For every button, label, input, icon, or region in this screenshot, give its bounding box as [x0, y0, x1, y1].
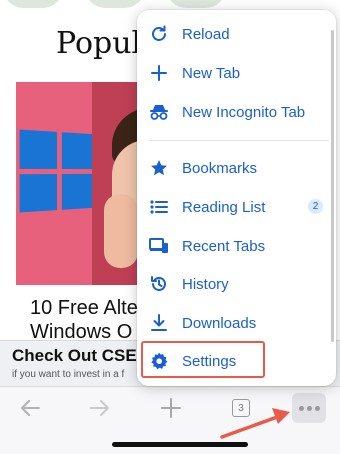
incognito-icon [149, 102, 169, 122]
home-indicator[interactable] [112, 442, 248, 447]
menu-scrollbar[interactable] [331, 30, 334, 342]
menu-label: History [182, 276, 229, 293]
menu-item-recent-tabs[interactable]: Recent Tabs [137, 227, 336, 265]
shortcut-bubble [165, 0, 227, 8]
article-title-line-1: 10 Free Alte [30, 297, 138, 319]
forward-button[interactable] [82, 393, 118, 423]
menu-label: Reload [182, 26, 230, 43]
menu-label: Bookmarks [182, 160, 258, 177]
windows-logo-icon [19, 129, 94, 213]
reload-icon [149, 24, 169, 44]
history-icon [149, 274, 169, 294]
forward-arrow-icon [90, 400, 109, 416]
menu-label: Recent Tabs [182, 238, 266, 255]
shortcut-bubble [84, 0, 146, 8]
new-tab-button[interactable] [153, 393, 189, 423]
download-icon [149, 313, 169, 333]
person-hand [104, 194, 138, 268]
plus-icon [149, 63, 169, 83]
menu-divider [149, 140, 329, 141]
menu-item-new-tab[interactable]: New Tab [137, 54, 336, 92]
page-heading: Popul [56, 26, 142, 61]
plus-icon [161, 398, 181, 418]
overflow-menu: Reload New Tab New Incognito Tab Bookmar… [137, 10, 336, 386]
menu-item-downloads[interactable]: Downloads [137, 304, 336, 342]
ad-subtitle: if you want to invest in a f [12, 369, 125, 380]
article-title[interactable]: 10 Free Alte Windows O [30, 296, 138, 344]
menu-item-bookmarks[interactable]: Bookmarks [137, 149, 336, 187]
recent-tabs-icon [149, 236, 169, 256]
more-menu-button[interactable] [292, 393, 326, 423]
tab-count: 3 [232, 399, 250, 417]
top-status-strip [0, 0, 340, 10]
menu-item-reload[interactable]: Reload [137, 15, 336, 53]
menu-item-history[interactable]: History [137, 265, 336, 303]
menu-label: Reading List [182, 199, 266, 216]
back-button[interactable] [12, 393, 48, 423]
shortcut-bubble [2, 0, 64, 8]
back-arrow-icon [21, 400, 40, 416]
reading-list-count-badge: 2 [308, 199, 323, 214]
menu-label: New Incognito Tab [182, 104, 306, 121]
settings-highlight-box [141, 341, 265, 378]
more-icon [298, 405, 320, 411]
menu-item-reading-list[interactable]: Reading List 2 [137, 188, 336, 226]
ad-title: Check Out CSE: [12, 346, 143, 365]
menu-item-new-incognito-tab[interactable]: New Incognito Tab [137, 93, 336, 131]
tab-switcher-button[interactable]: 3 [223, 393, 259, 423]
list-icon [149, 197, 169, 217]
menu-label: New Tab [182, 65, 241, 82]
menu-label: Downloads [182, 315, 257, 332]
star-icon [149, 158, 169, 178]
